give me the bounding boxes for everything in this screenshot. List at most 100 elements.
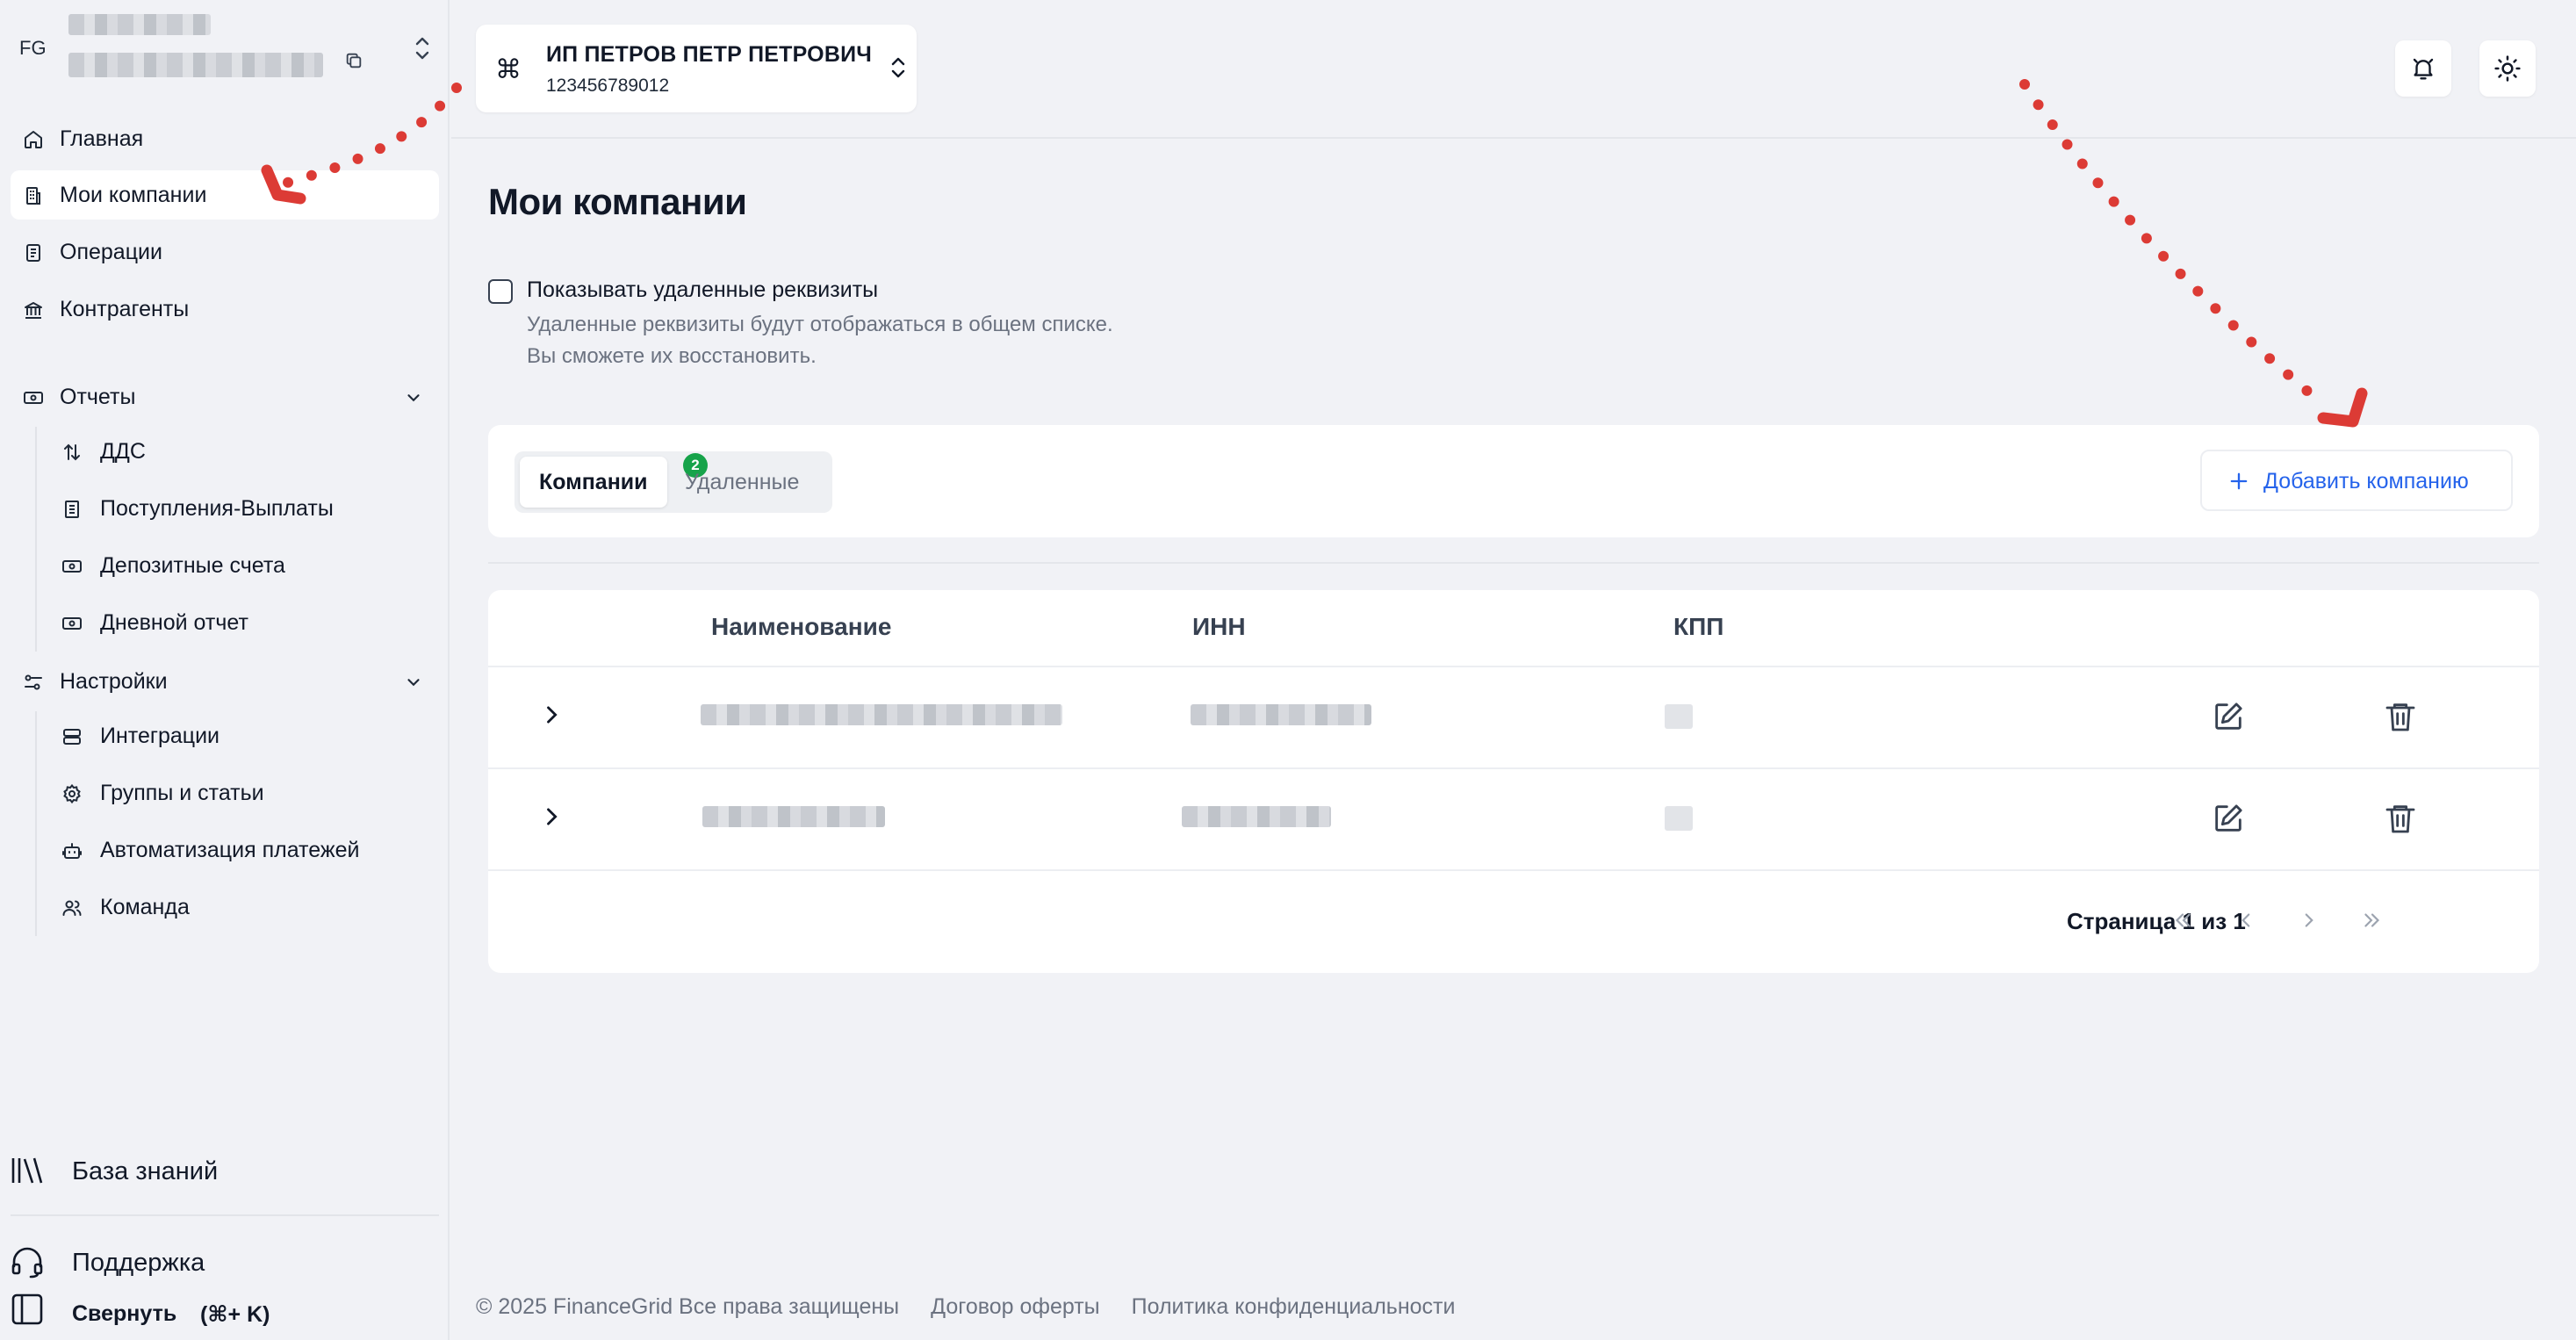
privacy-link[interactable]: Политика конфиденциальности (1132, 1294, 1456, 1320)
sidebar-item-label: Группы и статьи (100, 780, 264, 805)
tree-guide-line (35, 711, 37, 936)
add-company-button[interactable]: Добавить компанию (2200, 450, 2513, 511)
column-header-name: Наименование (711, 613, 892, 640)
section-divider (488, 562, 2539, 564)
sidebar-item-label: Контрагенты (60, 296, 190, 321)
sliders-icon (23, 672, 44, 693)
copy-icon[interactable] (344, 51, 363, 70)
collapse-sidebar-button[interactable]: Свернуть (⌘+ K) (11, 1287, 439, 1336)
chevron-down-icon[interactable] (404, 388, 423, 407)
bell-icon (2410, 55, 2436, 82)
company-kpp-redacted (1665, 806, 1693, 831)
row-divider (488, 666, 2539, 667)
company-inn-redacted (1191, 704, 1371, 725)
sidebar-group-reports[interactable]: Отчеты (11, 372, 439, 421)
sidebar-item-label: Команда (100, 894, 190, 919)
banknote-icon (61, 556, 83, 577)
sun-icon (2493, 54, 2522, 83)
row-divider (488, 767, 2539, 769)
edit-icon[interactable] (2211, 699, 2246, 734)
tab-list: Компании 2 Удаленные (514, 451, 832, 513)
edit-icon[interactable] (2211, 801, 2246, 836)
sidebar-group-settings[interactable]: Настройки (11, 657, 439, 706)
sidebar-item-label: Главная (60, 126, 144, 151)
bank-icon (23, 299, 44, 321)
sidebar-item-label: Мои компании (60, 182, 207, 207)
organization-name: ИП ПЕТРОВ ПЕТР ПЕТРОВИЧ (546, 42, 873, 67)
sidebar-item-operations[interactable]: Операции (11, 227, 439, 277)
workspace-name-redacted (68, 14, 211, 35)
sidebar-item-my-companies[interactable]: Мои компании (11, 170, 439, 220)
receipt-icon (61, 499, 83, 520)
first-page-button[interactable] (2158, 896, 2207, 945)
page-title: Мои компании (488, 181, 747, 222)
support-link[interactable]: Поддержка (11, 1236, 439, 1286)
sidebar-item-counterparties[interactable]: Контрагенты (11, 285, 439, 334)
workspace-initials: FG (19, 37, 47, 59)
tab-companies[interactable]: Компании 2 (520, 453, 708, 508)
command-icon: ⌘ (495, 55, 522, 84)
sidebar-item-dds[interactable]: ДДС (51, 427, 439, 476)
gear-icon (61, 783, 83, 804)
sidebar-item-label: Операции (60, 239, 162, 264)
sidebar: FG Главная Мои компании Операции Контраг… (0, 0, 450, 1340)
next-page-button[interactable] (2285, 896, 2334, 945)
sidebar-toggle-icon (11, 1293, 44, 1326)
chevrons-updown-icon (889, 54, 908, 81)
sidebar-item-label: ДДС (100, 438, 146, 464)
sidebar-item-payment-automation[interactable]: Автоматизация платежей (51, 825, 439, 875)
sidebar-group-label: Настройки (60, 668, 168, 694)
company-kpp-redacted (1665, 704, 1693, 729)
home-icon (23, 129, 44, 150)
chevron-left-icon (2234, 909, 2257, 932)
offer-link[interactable]: Договор оферты (931, 1294, 1100, 1320)
annotation-arrow-add-company (2019, 79, 2368, 428)
notifications-button[interactable] (2395, 40, 2451, 97)
knowledge-base-label: База знаний (72, 1157, 219, 1185)
collapse-shortcut: (⌘+ K) (200, 1302, 270, 1327)
companies-toolbar: Компании 2 Удаленные Добавить компанию (488, 425, 2539, 537)
chevron-right-icon[interactable] (539, 804, 564, 829)
chevron-right-icon[interactable] (539, 702, 564, 727)
organization-inn: 123456789012 (546, 76, 670, 96)
tree-guide-line (35, 427, 37, 652)
prev-page-button[interactable] (2221, 896, 2270, 945)
trash-icon[interactable] (2383, 699, 2418, 734)
document-list-icon (23, 242, 44, 263)
chevron-right-icon (2298, 909, 2321, 932)
sidebar-item-deposit-accounts[interactable]: Депозитные счета (51, 541, 439, 590)
sidebar-item-label: Поступления-Выплаты (100, 495, 334, 521)
chevrons-left-icon (2171, 909, 2194, 932)
organization-selector[interactable]: ⌘ ИП ПЕТРОВ ПЕТР ПЕТРОВИЧ 123456789012 (476, 25, 917, 112)
trash-icon[interactable] (2383, 801, 2418, 836)
show-deleted-help: Удаленные реквизиты будут отображаться в… (527, 313, 1113, 336)
footer-copyright: © 2025 FinanceGrid Все права защищены (476, 1294, 900, 1319)
row-divider (488, 869, 2539, 871)
column-header-inn: ИНН (1192, 613, 1246, 640)
sidebar-item-receipts-payments[interactable]: Поступления-Выплаты (51, 484, 439, 533)
show-deleted-label[interactable]: Показывать удаленные реквизиты (527, 277, 878, 303)
banknote-icon (23, 387, 44, 408)
last-page-button[interactable] (2348, 896, 2397, 945)
chevron-down-icon[interactable] (404, 673, 423, 692)
sidebar-item-integrations[interactable]: Интеграции (51, 711, 439, 760)
sidebar-item-team[interactable]: Команда (51, 883, 439, 932)
knowledge-base-link[interactable]: База знаний (11, 1145, 439, 1194)
show-deleted-checkbox[interactable] (488, 279, 513, 304)
arrows-updown-icon (61, 442, 83, 463)
sidebar-item-groups-articles[interactable]: Группы и статьи (51, 768, 439, 818)
users-icon (61, 897, 83, 919)
tab-deleted[interactable]: Удаленные (666, 457, 818, 508)
company-name-redacted (701, 704, 1062, 725)
company-inn-redacted (1182, 806, 1331, 827)
headset-icon (11, 1247, 44, 1279)
building-icon (23, 185, 44, 206)
column-header-kpp: КПП (1673, 613, 1724, 640)
chevrons-updown-icon[interactable] (413, 35, 432, 61)
sidebar-item-daily-report[interactable]: Дневной отчет (51, 598, 439, 647)
theme-toggle-button[interactable] (2479, 40, 2536, 97)
companies-table: Наименование ИНН КПП Страница 1 из 1 (488, 590, 2539, 973)
workspace-switcher[interactable]: FG (0, 0, 450, 105)
footer: © 2025 FinanceGrid Все права защищены До… (476, 1294, 1455, 1320)
sidebar-item-home[interactable]: Главная (11, 114, 439, 163)
